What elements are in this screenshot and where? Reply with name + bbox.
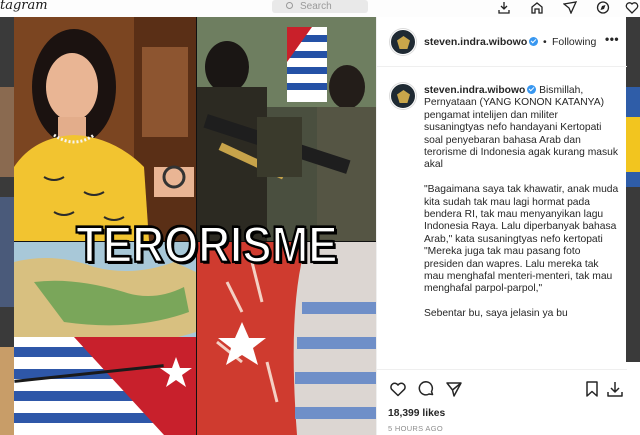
- caption-username[interactable]: steven.indra.wibowo: [424, 85, 525, 96]
- verified-icon: [527, 85, 537, 94]
- home-icon[interactable]: [530, 1, 544, 14]
- post-header: steven.indra.wibowo • Following •••: [377, 17, 627, 67]
- post-modal: TERORISME steven.indra.wibowo • Followin…: [14, 17, 627, 435]
- caption-scroll-area[interactable]: steven.indra.wibowo Bismillah, Pernyataa…: [377, 68, 627, 368]
- emblem-icon: [397, 36, 410, 49]
- likes-count[interactable]: 18,399 likes: [388, 408, 445, 419]
- avatar[interactable]: [390, 29, 416, 55]
- background-feed-left: [0, 17, 14, 435]
- emblem-icon: [397, 90, 410, 103]
- post-caption: steven.indra.wibowo Bismillah, Pernyataa…: [424, 85, 620, 321]
- image-tile-armed-group: [197, 17, 376, 241]
- post-actions: 18,399 likes 5 HOURS AGO: [377, 369, 627, 435]
- bookmark-icon[interactable]: [583, 380, 601, 398]
- verified-icon: [529, 37, 539, 46]
- search-placeholder: Search: [300, 1, 332, 12]
- download-icon[interactable]: [606, 380, 624, 398]
- caption-avatar[interactable]: [390, 83, 416, 109]
- more-options-icon[interactable]: •••: [605, 32, 619, 46]
- comment-icon[interactable]: [417, 380, 435, 398]
- caption-text: Bismillah, Pernyataan (YANG KONON KATANY…: [424, 85, 619, 171]
- post-side-panel: steven.indra.wibowo • Following ••• stev…: [376, 17, 627, 435]
- explore-icon[interactable]: [596, 1, 610, 14]
- following-button[interactable]: Following: [552, 36, 596, 48]
- caption-paragraph: Sebentar bu, saya jelasin ya bu: [424, 308, 568, 320]
- caption-paragraph: "Bagaimana saya tak khawatir, anak muda …: [424, 184, 619, 295]
- background-top-bar: tagram Search: [0, 0, 640, 17]
- background-feed-right: [626, 17, 640, 435]
- image-overlay-text: TERORISME: [75, 216, 339, 275]
- share-icon[interactable]: [445, 380, 463, 398]
- post-author-username[interactable]: steven.indra.wibowo: [424, 36, 539, 48]
- heart-icon[interactable]: [625, 1, 639, 14]
- search-icon: [286, 2, 293, 9]
- image-tile-portrait: [14, 17, 196, 241]
- search-input[interactable]: Search: [272, 0, 368, 13]
- separator-dot: •: [543, 36, 547, 48]
- post-image[interactable]: TERORISME: [14, 17, 376, 435]
- username-text[interactable]: steven.indra.wibowo: [424, 36, 527, 48]
- instagram-logo[interactable]: tagram: [0, 0, 48, 13]
- share-icon[interactable]: [562, 1, 578, 15]
- heart-icon[interactable]: [389, 380, 407, 398]
- inbox-icon[interactable]: [497, 1, 511, 14]
- caption-paragraph: steven.indra.wibowo Bismillah, Pernyataa…: [424, 85, 620, 172]
- post-timestamp[interactable]: 5 HOURS AGO: [388, 424, 443, 433]
